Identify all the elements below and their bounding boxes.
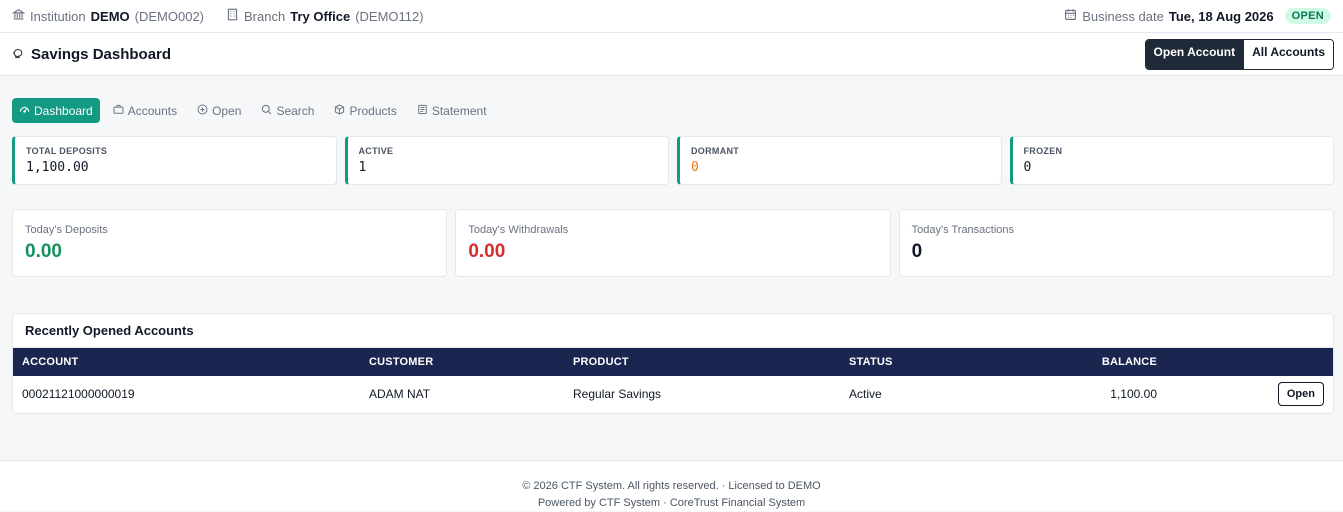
institution-name: DEMO bbox=[90, 8, 130, 24]
column-header-product: PRODUCT bbox=[573, 356, 629, 368]
gauge-icon bbox=[19, 104, 30, 118]
cell-balance: 1,100.00 bbox=[1110, 387, 1157, 401]
business-date-label: Business date bbox=[1082, 8, 1164, 24]
recent-accounts-table: ACCOUNT CUSTOMER PRODUCT STATUS BALANCE … bbox=[13, 348, 1333, 412]
column-header-status: STATUS bbox=[849, 356, 893, 368]
recent-accounts-panel: Recently Opened Accounts ACCOUNT CUSTOME… bbox=[12, 313, 1334, 414]
calendar-icon bbox=[1064, 8, 1077, 24]
today-value: 0.00 bbox=[468, 241, 506, 262]
section-tabs: Dashboard Accounts Open Search Products … bbox=[0, 98, 1343, 123]
tab-accounts-label: Accounts bbox=[127, 103, 178, 118]
tab-products-label: Products bbox=[349, 103, 397, 118]
open-account-button[interactable]: Open Account bbox=[1145, 39, 1244, 69]
column-header-account: ACCOUNT bbox=[22, 356, 79, 368]
header-actions: Open Account All Accounts bbox=[1144, 38, 1334, 70]
stat-cards: TOTAL DEPOSITS 1,100.00 ACTIVE 1 DORMANT… bbox=[0, 136, 1343, 185]
tab-search[interactable]: Search bbox=[254, 98, 321, 123]
cell-product: Regular Savings bbox=[573, 387, 662, 401]
stat-value: 0 bbox=[1023, 160, 1032, 175]
briefcase-icon bbox=[113, 104, 124, 118]
page-title: Savings Dashboard bbox=[31, 45, 172, 63]
branch-icon bbox=[226, 8, 239, 24]
column-header-customer: CUSTOMER bbox=[369, 356, 434, 368]
tab-products[interactable]: Products bbox=[327, 98, 403, 123]
column-header-action bbox=[1166, 348, 1333, 376]
institution-label: Institution bbox=[30, 8, 86, 24]
stat-label: DORMANT bbox=[691, 146, 740, 156]
tab-search-label: Search bbox=[276, 103, 315, 118]
stat-label: FROZEN bbox=[1023, 146, 1063, 156]
box-icon bbox=[334, 103, 345, 118]
cell-account: 00021121000000019 bbox=[22, 387, 135, 401]
tab-dashboard-label: Dashboard bbox=[34, 103, 93, 118]
cell-status: Active bbox=[849, 387, 882, 401]
today-value: 0 bbox=[911, 241, 923, 262]
stat-value: 1,100.00 bbox=[26, 160, 89, 175]
table-header-row: ACCOUNT CUSTOMER PRODUCT STATUS BALANCE bbox=[13, 348, 1333, 376]
all-accounts-button[interactable]: All Accounts bbox=[1243, 39, 1333, 69]
branch-name: Try Office bbox=[290, 8, 351, 24]
branch-label: Branch bbox=[244, 8, 286, 24]
table-row: 00021121000000019 ADAM NAT Regular Savin… bbox=[13, 376, 1333, 412]
tab-statement-label: Statement bbox=[431, 103, 487, 118]
stat-total-deposits: TOTAL DEPOSITS 1,100.00 bbox=[12, 136, 337, 185]
stat-active: ACTIVE 1 bbox=[344, 136, 669, 185]
today-value: 0.00 bbox=[25, 241, 62, 262]
tab-open-label: Open bbox=[212, 103, 242, 118]
footer-powered-by: Powered by CTF System · CoreTrust Financ… bbox=[537, 497, 806, 509]
cell-action: Open bbox=[1166, 376, 1333, 412]
today-label: Today's Transactions bbox=[911, 224, 1015, 236]
plus-circle-icon bbox=[197, 104, 208, 118]
open-account-row-button[interactable]: Open bbox=[1277, 382, 1324, 406]
today-deposits-card: Today's Deposits 0.00 bbox=[12, 209, 448, 277]
stat-label: TOTAL DEPOSITS bbox=[26, 146, 108, 156]
footer-copyright: © 2026 CTF System. All rights reserved. … bbox=[522, 480, 821, 492]
branch-code: (DEMO112) bbox=[355, 8, 424, 24]
footer: © 2026 CTF System. All rights reserved. … bbox=[0, 460, 1343, 511]
context-bar: Institution DEMO (DEMO002) Branch Try Of… bbox=[0, 0, 1343, 33]
page-header: Savings Dashboard Open Account All Accou… bbox=[0, 33, 1343, 76]
institution-icon bbox=[11, 8, 26, 24]
today-label: Today's Withdrawals bbox=[468, 224, 569, 236]
cell-customer: ADAM NAT bbox=[369, 387, 431, 401]
today-withdrawals-card: Today's Withdrawals 0.00 bbox=[455, 209, 891, 277]
day-status-badge: OPEN bbox=[1284, 8, 1331, 24]
today-label: Today's Deposits bbox=[25, 224, 108, 236]
tab-accounts[interactable]: Accounts bbox=[106, 98, 184, 123]
panel-title: Recently Opened Accounts bbox=[13, 314, 1333, 348]
tab-open[interactable]: Open bbox=[190, 98, 248, 123]
stat-label: ACTIVE bbox=[358, 146, 394, 156]
context-left: Institution DEMO (DEMO002) Branch Try Of… bbox=[11, 8, 424, 24]
business-date: Tue, 18 Aug 2026 bbox=[1168, 8, 1274, 24]
tab-dashboard[interactable]: Dashboard bbox=[12, 98, 100, 123]
context-right: Business date Tue, 18 Aug 2026 OPEN bbox=[1064, 8, 1331, 24]
stat-value: 1 bbox=[358, 160, 367, 175]
piggy-bank-icon bbox=[12, 47, 24, 62]
search-icon bbox=[261, 104, 272, 118]
today-cards: Today's Deposits 0.00 Today's Withdrawal… bbox=[0, 209, 1343, 277]
title-wrap: Savings Dashboard bbox=[12, 46, 171, 63]
stat-value: 0 bbox=[691, 160, 699, 175]
document-icon bbox=[417, 104, 428, 118]
institution-code: (DEMO002) bbox=[134, 8, 205, 24]
tab-statement[interactable]: Statement bbox=[410, 98, 494, 123]
today-transactions-card: Today's Transactions 0 bbox=[898, 209, 1334, 277]
stat-dormant: DORMANT 0 bbox=[677, 136, 1002, 185]
column-header-balance: BALANCE bbox=[1101, 356, 1157, 368]
stat-frozen: FROZEN 0 bbox=[1009, 136, 1334, 185]
